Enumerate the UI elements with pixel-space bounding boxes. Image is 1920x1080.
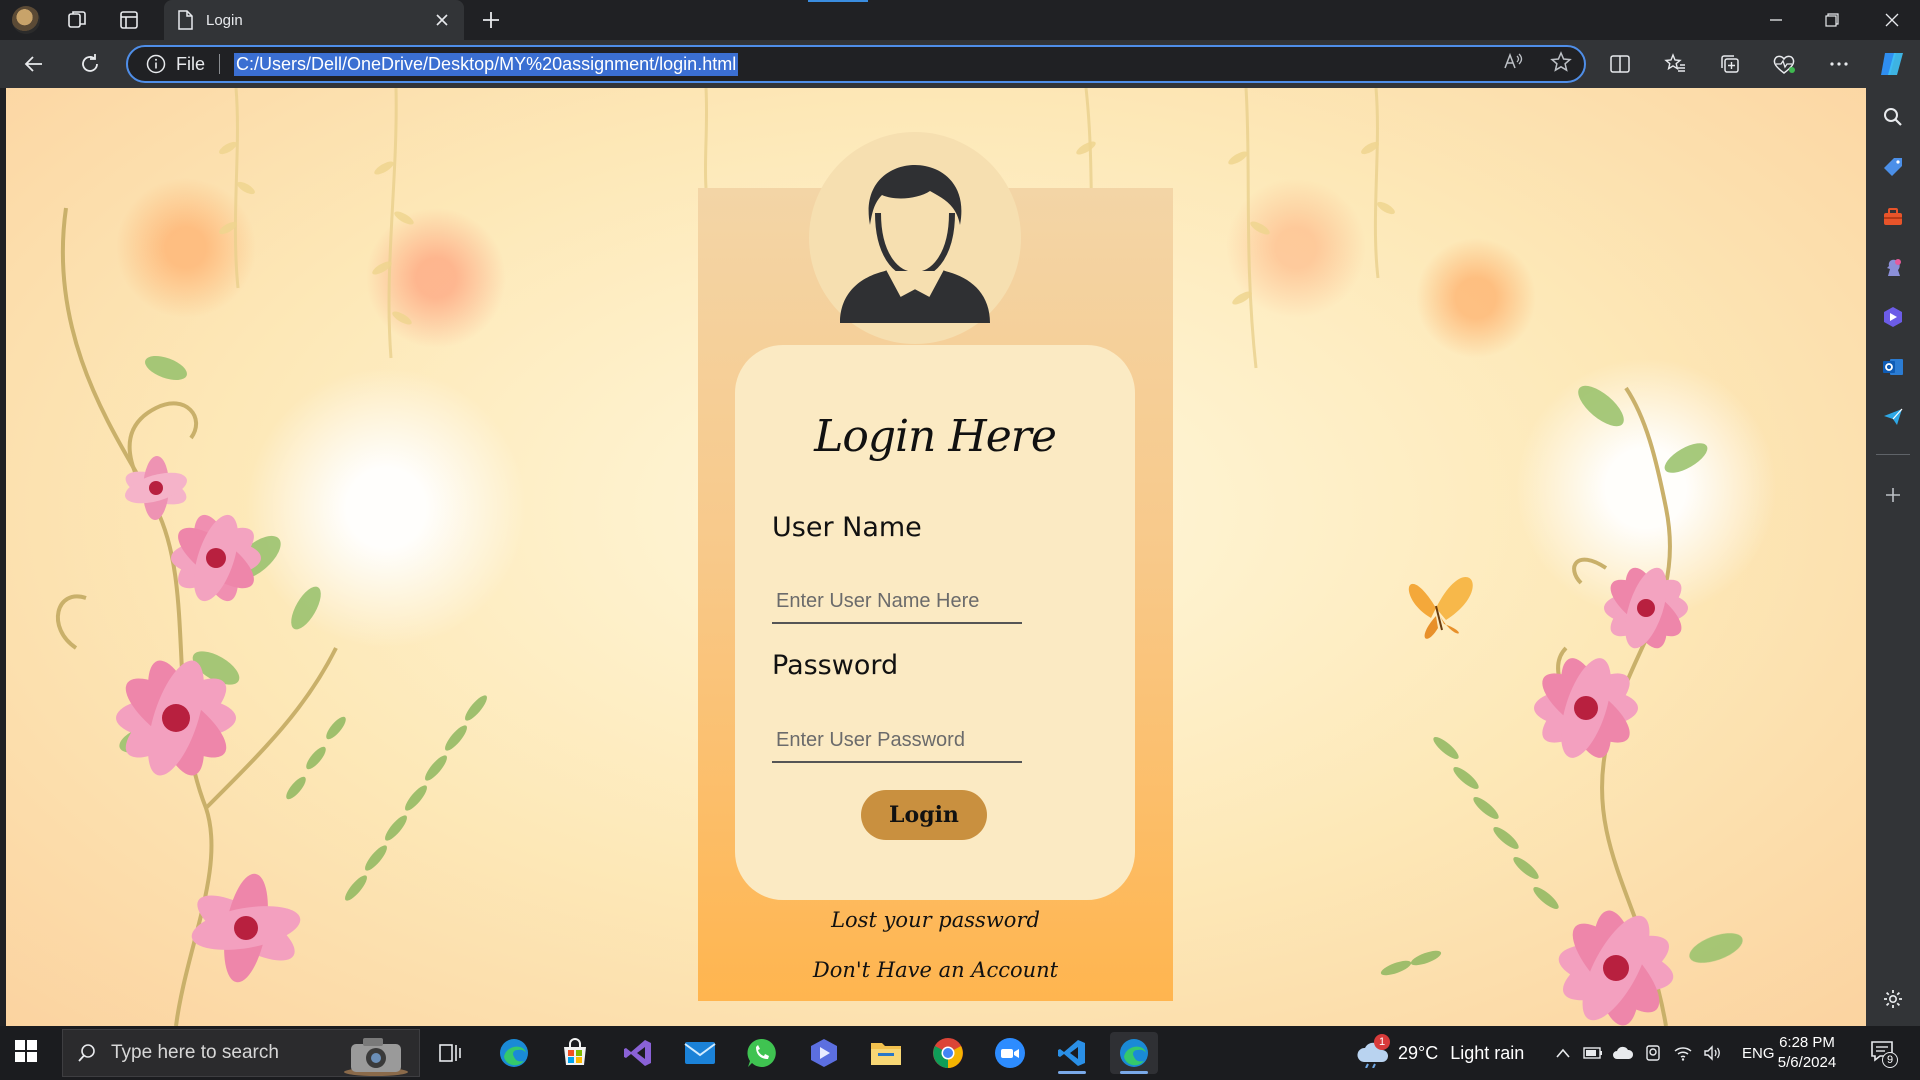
windows-taskbar: Type here to search 1 29°C Light rain EN…: [0, 1026, 1920, 1080]
mail-icon[interactable]: [676, 1032, 724, 1074]
split-screen-icon[interactable]: [1604, 48, 1636, 80]
visual-studio-icon[interactable]: [614, 1032, 662, 1074]
lost-password-link[interactable]: Lost your password: [698, 908, 1173, 932]
workspaces-icon[interactable]: [64, 8, 90, 32]
wifi-icon[interactable]: [1668, 1045, 1698, 1061]
restore-button[interactable]: [1804, 0, 1860, 40]
favorites-icon[interactable]: [1659, 48, 1691, 80]
start-button[interactable]: [14, 1039, 42, 1067]
games-icon[interactable]: [1879, 253, 1907, 281]
url-text[interactable]: C:/Users/Dell/OneDrive/Desktop/MY%20assi…: [234, 52, 739, 76]
microsoft-store-icon[interactable]: [551, 1032, 599, 1074]
file-explorer-icon[interactable]: [862, 1032, 910, 1074]
volume-icon[interactable]: [1698, 1045, 1728, 1061]
copilot-icon[interactable]: [1876, 48, 1908, 80]
copilot-taskbar-icon[interactable]: [800, 1032, 848, 1074]
close-window-button[interactable]: [1864, 0, 1920, 40]
zoom-icon[interactable]: [986, 1032, 1034, 1074]
tab-drag-indicator: [808, 0, 868, 2]
search-highlight-camera-icon: [344, 1038, 408, 1076]
browser-essentials-icon[interactable]: [1768, 48, 1800, 80]
onedrive-cloud-icon[interactable]: [1608, 1046, 1638, 1060]
edge-taskbar-icon[interactable]: [490, 1032, 538, 1074]
weather-condition: Light rain: [1450, 1042, 1525, 1063]
back-button[interactable]: [18, 48, 50, 80]
minimize-button[interactable]: [1748, 0, 1804, 40]
copilot-sidebar-icon[interactable]: [1879, 303, 1907, 331]
search-placeholder: Type here to search: [111, 1042, 279, 1063]
weather-widget[interactable]: 1 29°C Light rain: [1356, 1026, 1524, 1080]
tab-login[interactable]: Login: [164, 0, 464, 40]
profile-avatar[interactable]: [12, 6, 40, 34]
collections-icon[interactable]: [1714, 48, 1746, 80]
address-separator: [219, 54, 221, 74]
notification-icon: 9: [1870, 1040, 1898, 1068]
password-label: Password: [772, 650, 899, 681]
password-input[interactable]: [772, 719, 1022, 763]
user-avatar-icon: [809, 132, 1021, 344]
browser-toolbar: File C:/Users/Dell/OneDrive/Desktop/MY%2…: [0, 40, 1920, 88]
system-tray: ENG: [1548, 1026, 1775, 1080]
sidebar-divider: [1876, 454, 1910, 455]
refresh-button[interactable]: [74, 48, 106, 80]
chrome-icon[interactable]: [924, 1032, 972, 1074]
login-title: Login Here: [814, 411, 1057, 462]
read-aloud-icon[interactable]: [1502, 51, 1524, 78]
username-input[interactable]: [772, 580, 1022, 624]
notification-center-button[interactable]: 9: [1870, 1026, 1898, 1080]
username-label: User Name: [772, 512, 922, 543]
edge-active-window-icon[interactable]: [1110, 1032, 1158, 1074]
vertical-tabs-icon[interactable]: [116, 8, 142, 32]
battery-icon[interactable]: [1578, 1047, 1608, 1059]
meet-now-icon[interactable]: [1638, 1044, 1668, 1062]
task-view-icon[interactable]: [426, 1032, 474, 1074]
shopping-tag-icon[interactable]: [1879, 153, 1907, 181]
info-icon: [146, 54, 166, 74]
weather-temperature: 29°C: [1398, 1042, 1439, 1063]
scheme-label: File: [176, 53, 206, 74]
vscode-icon[interactable]: [1048, 1032, 1096, 1074]
address-bar[interactable]: File C:/Users/Dell/OneDrive/Desktop/MY%2…: [126, 45, 1586, 83]
send-icon[interactable]: [1879, 403, 1907, 431]
site-info[interactable]: File: [146, 54, 205, 75]
taskbar-clock[interactable]: 6:28 PM 5/6/2024: [1764, 1033, 1850, 1073]
close-tab-icon[interactable]: [432, 10, 452, 30]
search-icon: [78, 1044, 95, 1062]
rain-cloud-icon: 1: [1356, 1034, 1390, 1069]
add-sidebar-app-icon[interactable]: [1879, 481, 1907, 509]
login-button[interactable]: Login: [861, 790, 987, 840]
page-icon: [178, 10, 193, 30]
weather-alert-badge: 1: [1374, 1034, 1390, 1050]
page-viewport: Login Here User Name Password Login Lost…: [6, 88, 1866, 1026]
clock-time: 6:28 PM: [1779, 1034, 1835, 1051]
clock-date: 5/6/2024: [1777, 1054, 1837, 1071]
whatsapp-icon[interactable]: [738, 1032, 786, 1074]
edge-sidebar: [1866, 88, 1920, 1026]
sidebar-settings-icon[interactable]: [1879, 985, 1907, 1013]
taskbar-search-box[interactable]: Type here to search: [62, 1029, 420, 1077]
more-options-icon[interactable]: [1823, 48, 1855, 80]
tab-title: Login: [206, 11, 243, 29]
show-hidden-icons-chevron-icon[interactable]: [1548, 1047, 1578, 1059]
sidebar-search-icon[interactable]: [1879, 103, 1907, 131]
tab-strip: Login: [0, 0, 1920, 40]
create-account-link[interactable]: Don't Have an Account: [698, 958, 1173, 982]
notification-count-badge: 9: [1882, 1052, 1898, 1068]
new-tab-button[interactable]: [478, 8, 504, 32]
outlook-icon[interactable]: [1879, 353, 1907, 381]
tools-icon[interactable]: [1879, 203, 1907, 231]
favorite-star-icon[interactable]: [1550, 50, 1572, 78]
